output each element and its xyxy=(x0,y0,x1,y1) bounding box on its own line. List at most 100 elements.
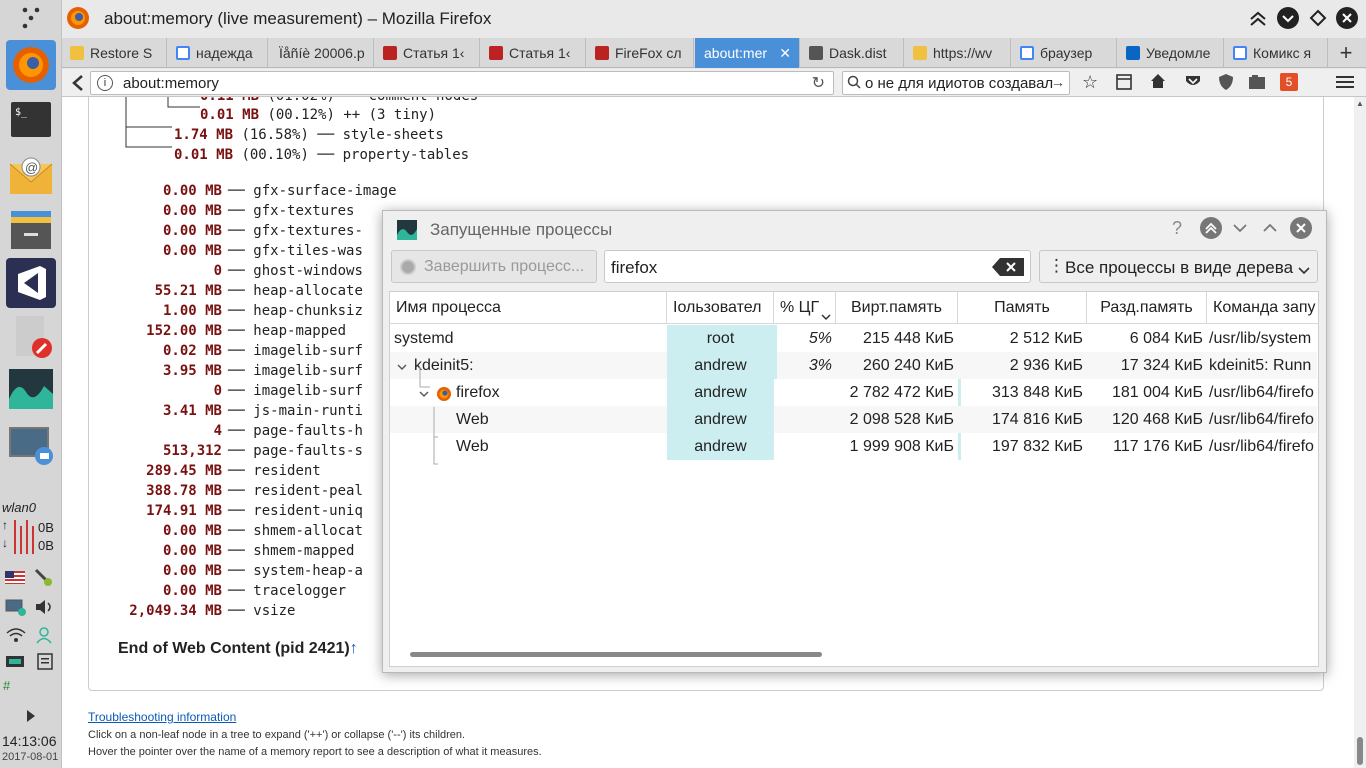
troubleshooting-link[interactable]: Troubleshooting information xyxy=(88,710,236,724)
tab-https-wv[interactable]: https://wv xyxy=(905,38,1011,68)
measurement-row[interactable]: 3.95 MB ── imagelib-surf xyxy=(62,363,382,383)
volume-icon[interactable] xyxy=(34,598,56,616)
maximize-button[interactable] xyxy=(1309,9,1327,27)
display-wifi-icon[interactable] xyxy=(5,598,27,616)
system-monitor-launcher-icon[interactable] xyxy=(6,364,56,414)
mail-launcher-icon[interactable]: @ xyxy=(6,150,56,200)
tree-node[interactable]: 1.74 MB (16.58%) ── style-sheets xyxy=(174,127,444,143)
klipper-icon[interactable] xyxy=(32,568,54,588)
tab-dask[interactable]: Dask.dist xyxy=(801,38,904,68)
tree-node[interactable]: 0.01 MB (00.10%) ── property-tables xyxy=(174,147,469,163)
scrollbar-thumb[interactable] xyxy=(1357,737,1363,765)
horizontal-scrollbar[interactable] xyxy=(410,652,822,657)
column-header-user[interactable]: Іользовател xyxy=(667,292,774,324)
tab-restore-session[interactable]: Restore S xyxy=(62,38,167,68)
tab-linkedin[interactable]: Уведомле xyxy=(1118,38,1224,68)
back-button[interactable] xyxy=(66,71,90,95)
process-row[interactable]: Web andrew 1 999 908 КиБ 197 832 КиБ 117 176… xyxy=(390,433,1317,460)
tab-pesni[interactable]: Ïåñíè 20006.р xyxy=(269,38,374,68)
page-scrollbar[interactable]: ▲ xyxy=(1354,97,1366,768)
process-search-input[interactable]: firefox xyxy=(604,250,1031,283)
user-status-icon[interactable] xyxy=(34,626,56,644)
bookmark-star-icon[interactable]: ☆ xyxy=(1082,72,1098,93)
tree-node[interactable]: 0.11 MB (01.02%) ── comment-nodes xyxy=(200,97,478,104)
close-window-button[interactable] xyxy=(1336,7,1358,29)
new-tab-button[interactable]: + xyxy=(1334,40,1358,66)
measurement-row[interactable]: 55.21 MB ── heap-allocate xyxy=(62,283,382,303)
site-info-icon[interactable]: i xyxy=(97,75,113,91)
tab-about-memory[interactable]: about:mer ✕ xyxy=(695,38,800,68)
close-tab-icon[interactable]: ✕ xyxy=(779,38,791,68)
visual-studio-launcher-icon[interactable] xyxy=(6,258,56,308)
firefox-launcher-icon[interactable] xyxy=(6,40,56,90)
close-dialog-button[interactable] xyxy=(1290,217,1312,239)
measurement-row[interactable]: 0.00 MB ── gfx-textures- xyxy=(62,223,382,243)
measurement-row[interactable]: 0.00 MB ── shmem-mapped xyxy=(62,543,382,563)
screenshot-extension-icon[interactable] xyxy=(1248,74,1266,90)
column-header-cpu[interactable]: % ЦГ xyxy=(774,292,836,324)
measurement-row[interactable]: 388.78 MB ── resident-peal xyxy=(62,483,382,503)
search-go-arrow-icon[interactable]: → xyxy=(1051,74,1065,90)
column-header-virtual-memory[interactable]: Вирт.память xyxy=(836,292,958,324)
process-row[interactable]: kdeinit5: andrew 3% 260 240 КиБ 2 936 КиБ 17 … xyxy=(390,352,1317,379)
text-editor-launcher-icon[interactable] xyxy=(6,312,56,362)
measurement-row[interactable]: 289.45 MB ── resident xyxy=(62,463,382,483)
measurement-row[interactable]: 0.00 MB ── gfx-surface-image xyxy=(62,183,397,203)
tab-firefox-sl[interactable]: FireFox сл xyxy=(587,38,694,68)
measurement-row[interactable]: 0.00 MB ── gfx-textures xyxy=(62,203,382,223)
measurement-row[interactable]: 0.00 MB ── gfx-tiles-was xyxy=(62,243,382,263)
measurement-row[interactable]: 0.00 MB ── tracelogger xyxy=(62,583,382,603)
kill-process-button[interactable]: Завершить процесс... xyxy=(391,250,597,283)
measurement-row[interactable]: 0 ── imagelib-surf xyxy=(62,383,382,403)
process-row[interactable]: firefox andrew 2 782 472 КиБ 313 848 КиБ 181… xyxy=(390,379,1317,406)
tab-google-nadezhda[interactable]: надежда xyxy=(168,38,268,68)
tab-google-browser[interactable]: браузер xyxy=(1012,38,1117,68)
measurement-row[interactable]: 513,312 ── page-faults-s xyxy=(62,443,382,463)
kickoff-menu-icon[interactable] xyxy=(16,4,46,32)
measurement-row[interactable]: 4 ── page-faults-h xyxy=(62,423,382,443)
column-header-name[interactable]: Имя процесса xyxy=(390,292,667,324)
process-row[interactable]: systemd root 5% 215 448 КиБ 2 512 КиБ 6 084 К… xyxy=(390,325,1317,352)
tree-node[interactable]: 0.01 MB (00.12%) ++ (3 tiny) xyxy=(200,107,436,123)
file-manager-launcher-icon[interactable] xyxy=(6,205,56,255)
measurement-row[interactable]: 2,049.34 MB ── vsize xyxy=(62,603,382,623)
column-header-command[interactable]: Команда запу xyxy=(1207,292,1318,324)
scroll-up-icon[interactable]: ▲ xyxy=(1356,99,1364,108)
expand-kdeinit-chevron-icon[interactable] xyxy=(396,360,408,372)
expand-tray-arrow-icon[interactable] xyxy=(24,708,38,724)
screenshot-launcher-icon[interactable] xyxy=(6,418,56,468)
pocket-icon[interactable] xyxy=(1184,73,1202,91)
scroll-up-arrow-icon[interactable]: ↑ xyxy=(350,640,358,657)
tab-google-komiks[interactable]: Комикс я xyxy=(1225,38,1328,68)
terminal-launcher-icon[interactable]: $_ xyxy=(6,95,56,145)
measurement-row[interactable]: 3.41 MB ── js-main-runti xyxy=(62,403,382,423)
minimize-button[interactable] xyxy=(1277,7,1299,29)
measurement-row[interactable]: 0.00 MB ── system-heap-a xyxy=(62,563,382,583)
measurement-row[interactable]: 1.00 MB ── heap-chunksiz xyxy=(62,303,382,323)
flag-us-icon[interactable] xyxy=(5,571,25,584)
minimize-dialog-button[interactable] xyxy=(1232,220,1248,236)
process-row[interactable]: Web andrew 2 098 528 КиБ 174 816 КиБ 120 468… xyxy=(390,406,1317,433)
measurement-row[interactable]: 0 ── ghost-windows xyxy=(62,263,382,283)
battery-monitor-icon[interactable] xyxy=(5,654,27,670)
help-button[interactable]: ? xyxy=(1172,218,1182,239)
hamburger-menu-icon[interactable] xyxy=(1336,74,1354,90)
wifi-icon[interactable] xyxy=(5,626,27,644)
measurement-row[interactable]: 174.91 MB ── resident-uniq xyxy=(62,503,382,523)
measurement-row[interactable]: 152.00 MB ── heap-mapped xyxy=(62,323,382,343)
column-header-memory[interactable]: Память xyxy=(958,292,1087,324)
keep-above-dialog-button[interactable] xyxy=(1200,217,1222,239)
search-bar[interactable]: о не для идиотов создавал → xyxy=(842,71,1070,95)
clipboard-icon[interactable] xyxy=(36,652,54,670)
reload-icon[interactable]: ↻ xyxy=(812,73,825,93)
clock-date[interactable]: 2017-08-01 xyxy=(2,751,58,763)
tab-statya-1[interactable]: Статья 1‹ xyxy=(375,38,480,68)
keep-above-button[interactable] xyxy=(1248,9,1268,29)
reading-list-icon[interactable] xyxy=(1115,73,1133,91)
ublock-icon[interactable] xyxy=(1218,73,1234,91)
url-bar[interactable]: i about:memory ↻ xyxy=(90,71,834,95)
view-mode-select[interactable]: ⋮ Все процессы в виде дерева xyxy=(1039,250,1318,283)
clock-time[interactable]: 14:13:06 xyxy=(2,733,57,749)
maximize-dialog-button[interactable] xyxy=(1262,220,1278,236)
clear-search-icon[interactable] xyxy=(992,258,1024,276)
